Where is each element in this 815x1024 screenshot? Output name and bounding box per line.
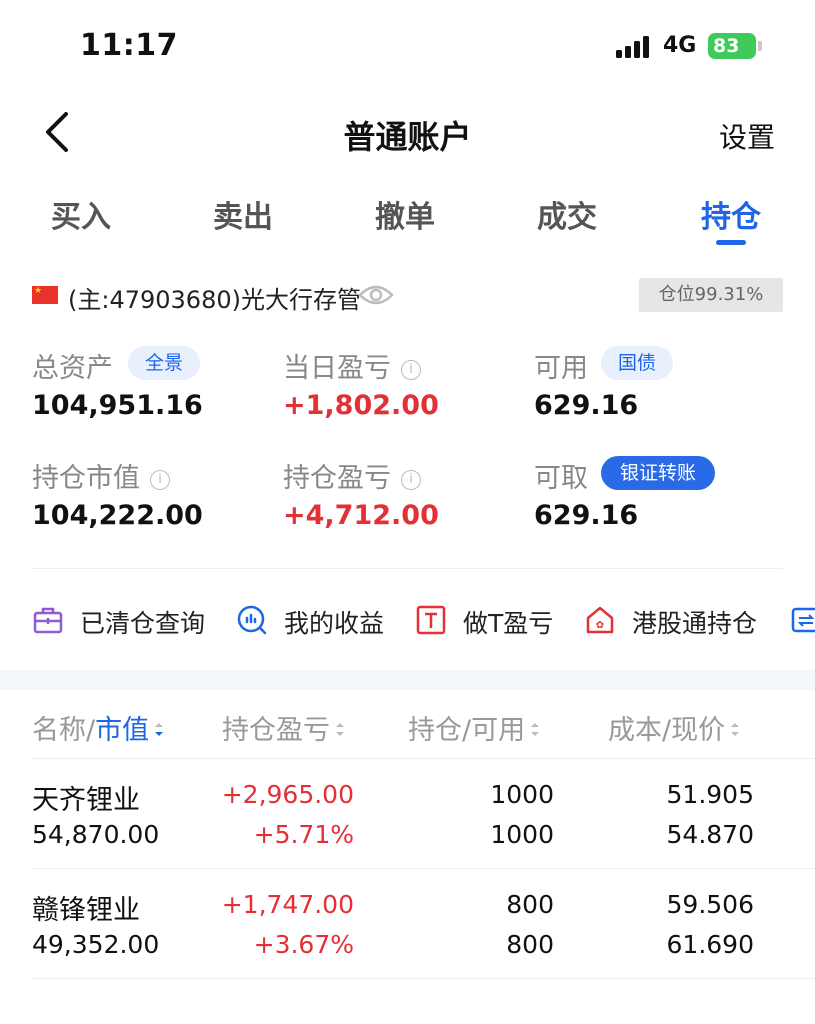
total-assets-label: 总资产 — [32, 353, 113, 384]
stock-pnl: +2,965.00 — [221, 780, 354, 809]
daily-pnl-value: +1,802.00 — [283, 390, 439, 421]
info-icon[interactable]: i — [401, 359, 421, 380]
china-flag-icon: ★ — [32, 286, 58, 304]
account-row: ★ (主:47903680)光大行存管 仓位99.31% — [0, 276, 815, 316]
chart-search-icon — [237, 605, 267, 635]
column-header-cost-label: 成本/现价 — [608, 715, 726, 746]
tab-holdings[interactable]: 持仓 — [650, 192, 812, 236]
battery-level: 83 — [713, 35, 740, 57]
column-header-pnl[interactable]: 持仓盈亏 — [222, 708, 346, 747]
trade-tabs: 买入 卖出 撤单 成交 持仓 — [0, 182, 815, 252]
stock-cost: 51.905 — [666, 780, 754, 809]
total-assets-value: 104,951.16 — [32, 390, 203, 421]
more-quick-action-button[interactable] — [790, 596, 815, 644]
quick-action-label: 做T盈亏 — [463, 609, 554, 638]
info-icon[interactable]: i — [150, 469, 170, 490]
divider — [32, 568, 783, 569]
sort-icon — [531, 722, 540, 736]
exchange-icon — [791, 607, 815, 633]
stock-price: 61.690 — [666, 930, 754, 959]
quick-action-label: 已清仓查询 — [80, 609, 206, 638]
market-value-label: 持仓市值 i — [32, 456, 170, 495]
stock-market-value: 49,352.00 — [32, 930, 160, 959]
tab-deals[interactable]: 成交 — [486, 192, 648, 236]
cleared-positions-button[interactable]: 已清仓查询 — [32, 596, 212, 644]
sort-desc-icon — [155, 722, 164, 736]
stock-cost: 59.506 — [666, 890, 754, 919]
divider — [32, 978, 815, 979]
column-header-cost[interactable]: 成本/现价 — [608, 708, 741, 747]
account-label[interactable]: (主:47903680)光大行存管 — [68, 280, 361, 315]
status-time: 11:17 — [80, 28, 178, 63]
table-row[interactable]: 天齐锂业 54,870.00 +2,965.00 +5.71% 1000 100… — [0, 758, 815, 868]
stock-pnl-pct: +5.71% — [253, 820, 354, 849]
available-value: 629.16 — [534, 390, 639, 421]
treasury-pill-button[interactable]: 国债 — [601, 346, 673, 380]
svg-text:✿: ✿ — [596, 620, 604, 631]
market-value-value: 104,222.00 — [32, 500, 203, 531]
signal-icon — [616, 34, 656, 58]
status-bar: 11:17 4G 83 — [0, 0, 815, 92]
column-header-name-label: 名称/ — [32, 715, 96, 746]
battery-tip — [758, 41, 762, 51]
column-header-pnl-label: 持仓盈亏 — [222, 715, 330, 746]
active-tab-indicator — [716, 240, 746, 245]
page-title: 普通账户 — [343, 118, 472, 156]
column-header-holding[interactable]: 持仓/可用 — [408, 708, 541, 747]
nav-bar: 普通账户 设置 — [0, 92, 815, 172]
quick-action-label: 港股通持仓 — [632, 609, 758, 638]
available-label: 可用 — [534, 353, 588, 384]
withdrawable-value: 629.16 — [534, 500, 639, 531]
stock-holding: 1000 — [490, 780, 554, 809]
position-pnl-value: +4,712.00 — [283, 500, 439, 531]
tab-cancel[interactable]: 撤单 — [324, 192, 486, 236]
quick-actions: 已清仓查询 我的收益 做T盈亏 ✿ 港股通持仓 — [0, 596, 815, 646]
quick-action-label: 我的收益 — [284, 609, 385, 638]
overview-pill-button[interactable]: 全景 — [128, 346, 200, 380]
tab-sell[interactable]: 卖出 — [162, 192, 324, 236]
house-icon: ✿ — [586, 606, 614, 634]
column-header-holding-label: 持仓/可用 — [408, 715, 526, 746]
stock-market-value: 54,870.00 — [32, 820, 160, 849]
stock-available: 1000 — [490, 820, 554, 849]
hk-connect-holdings-button[interactable]: ✿ 港股通持仓 — [584, 596, 764, 644]
t-square-icon — [416, 605, 446, 635]
info-icon[interactable]: i — [401, 469, 421, 490]
daily-pnl-label: 当日盈亏 i — [283, 346, 421, 385]
eye-icon[interactable] — [358, 282, 394, 308]
stock-name: 赣锋锂业 — [32, 895, 140, 926]
network-type: 4G — [663, 33, 697, 58]
settings-button[interactable]: 设置 — [719, 116, 775, 156]
battery-icon: 83 — [708, 33, 756, 59]
position-ratio-badge: 仓位99.31% — [639, 278, 783, 312]
table-row[interactable]: 赣锋锂业 49,352.00 +1,747.00 +3.67% 800 800 … — [0, 868, 815, 978]
stock-available: 800 — [506, 930, 554, 959]
column-header-market-value: 市值 — [95, 715, 150, 746]
stock-pnl: +1,747.00 — [221, 890, 354, 919]
tab-buy[interactable]: 买入 — [0, 192, 162, 236]
sort-icon — [336, 722, 344, 736]
bank-transfer-button[interactable]: 银证转账 — [601, 456, 715, 490]
column-header-name[interactable]: 名称/市值 — [32, 708, 165, 747]
stock-pnl-pct: +3.67% — [253, 930, 354, 959]
withdrawable-label: 可取 — [534, 463, 588, 494]
position-pnl-label: 持仓盈亏 i — [283, 456, 421, 495]
section-separator — [0, 670, 815, 690]
day-trade-pnl-button[interactable]: 做T盈亏 — [415, 596, 575, 644]
stock-price: 54.870 — [666, 820, 754, 849]
stock-holding: 800 — [506, 890, 554, 919]
my-earnings-button[interactable]: 我的收益 — [236, 596, 396, 644]
briefcase-icon — [33, 607, 63, 634]
stock-name: 天齐锂业 — [32, 785, 140, 816]
sort-icon — [731, 722, 740, 736]
